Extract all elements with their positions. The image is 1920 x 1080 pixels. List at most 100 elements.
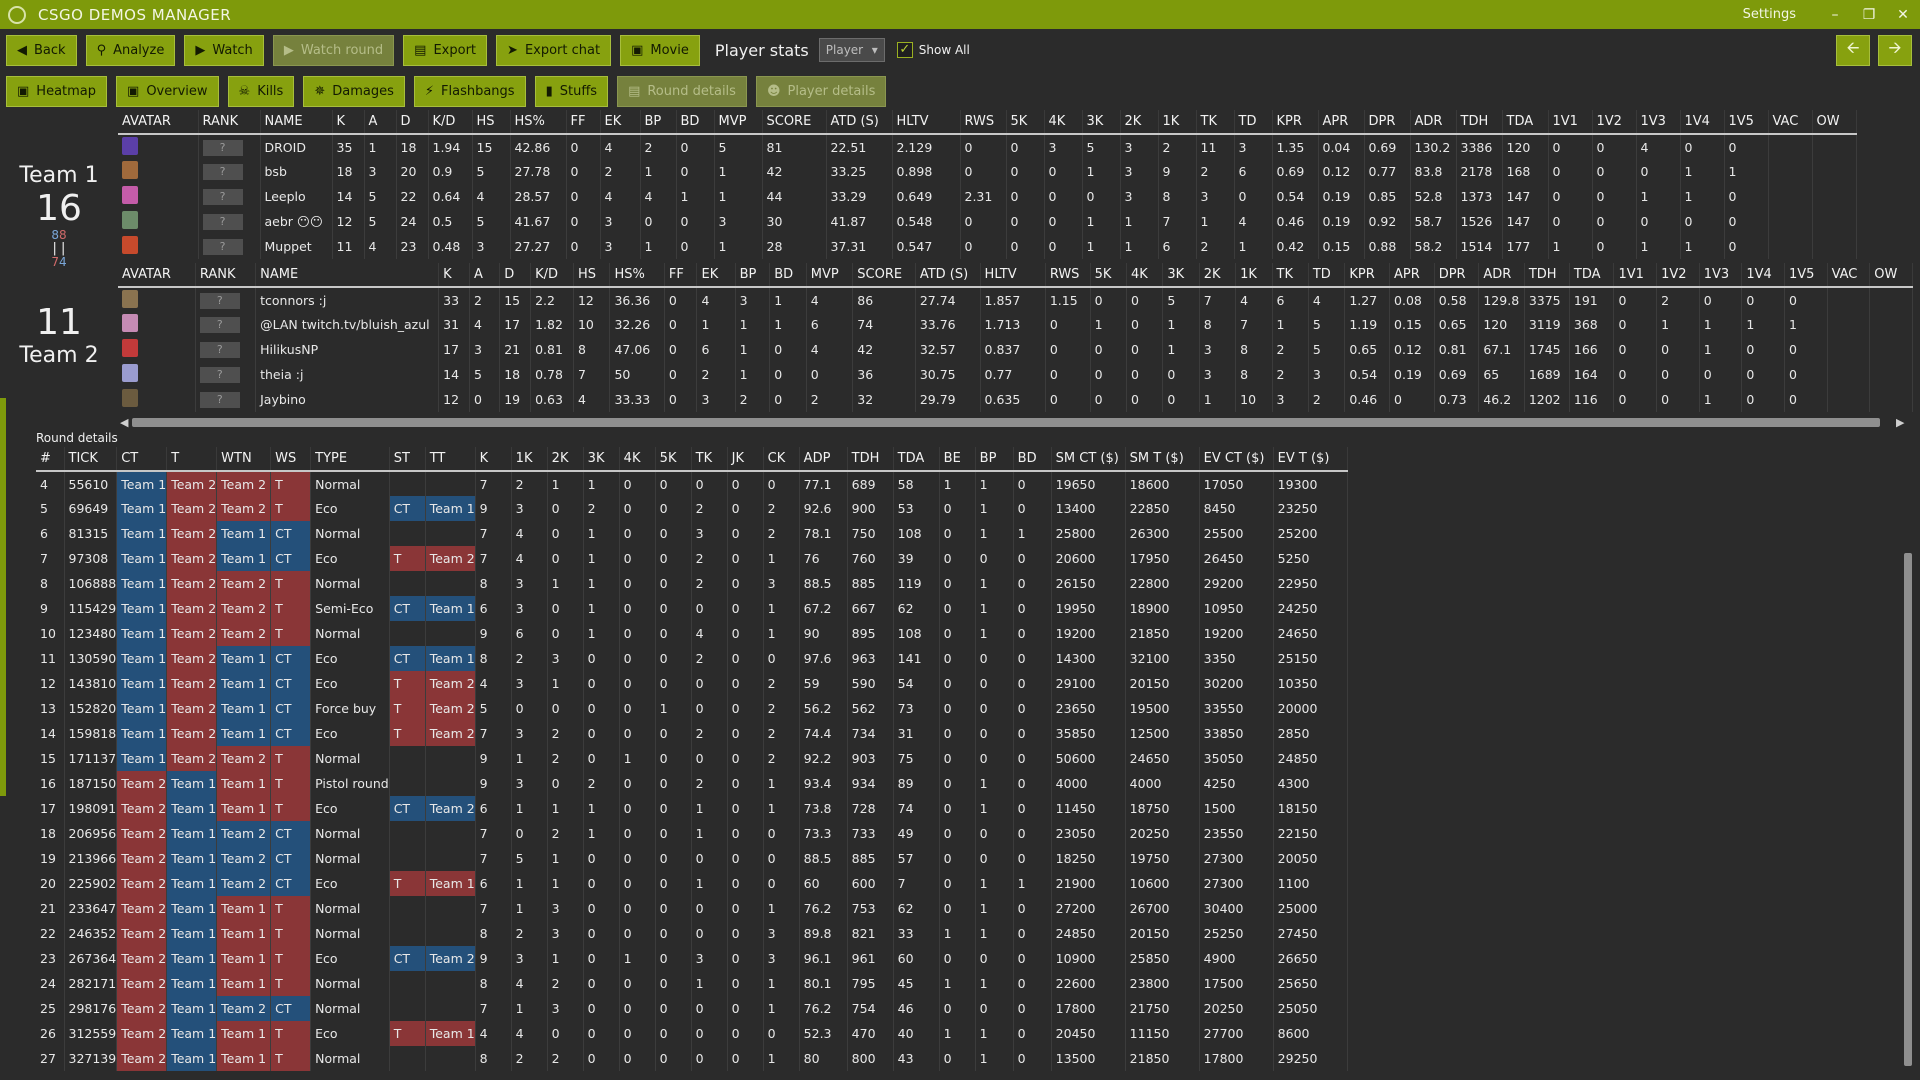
team2-player-row[interactable]: ? theia :j 14 5 18 0.78 7 50 0 2 1 0 0 36 30.75 0.77 0 0 0… [118, 362, 1913, 387]
team1-col-1v1[interactable]: 1V1 [1548, 110, 1593, 135]
round-col-adp[interactable]: ADP [799, 447, 848, 472]
round-col-num[interactable]: # [36, 447, 65, 472]
round-col-tick[interactable]: TICK [64, 447, 118, 472]
team1-player-row[interactable]: ? DROID 35 1 18 1.94 15 42.86 0 4 2 0 5 81 22.51 2.129 0… [118, 134, 1857, 159]
round-col-ws[interactable]: WS [270, 447, 312, 472]
round-row[interactable]: 23 267364 Team 2 Team 1 Team 1 T Eco CT Team 293… [36, 946, 1348, 971]
team1-col-vac[interactable]: VAC [1768, 110, 1813, 135]
team2-col-vac[interactable]: VAC [1827, 263, 1871, 288]
team1-col-mvp[interactable]: MVP [714, 110, 763, 135]
team2-col-bp[interactable]: BP [735, 263, 771, 288]
round-row[interactable]: 17 198091 Team 2 Team 1 Team 1 T Eco CT Team 261… [36, 796, 1348, 821]
round-row[interactable]: 20 225902 Team 2 Team 1 Team 2 CT Eco T Team 161… [36, 871, 1348, 896]
team1-col-1v4[interactable]: 1V4 [1680, 110, 1725, 135]
team2-col-1v5[interactable]: 1V5 [1784, 263, 1828, 288]
round-col-wtn[interactable]: WTN [216, 447, 272, 472]
team2-col-1v4[interactable]: 1V4 [1741, 263, 1785, 288]
team1-col-kpr[interactable]: KPR [1272, 110, 1319, 135]
team2-col-1v2[interactable]: 1V2 [1656, 263, 1700, 288]
team1-col-hs[interactable]: HS [472, 110, 511, 135]
round-col-tk[interactable]: TK [691, 447, 728, 472]
round-row[interactable]: 14 159818 Team 1 Team 2 Team 1 CT Eco T Team 273… [36, 721, 1348, 746]
round-row[interactable]: 27 327139 Team 2 Team 1 Team 1 T Normal 8 2 2 0 0 0 0… [36, 1046, 1348, 1071]
team2-col-4k[interactable]: 4K [1126, 263, 1164, 288]
team1-col-ow[interactable]: OW [1812, 110, 1857, 135]
round-col-ev-ct[interactable]: EV CT ($) [1199, 447, 1274, 472]
scroll-left-icon[interactable]: ◀ [120, 416, 128, 429]
round-row[interactable]: 18 206956 Team 2 Team 1 Team 2 CT Normal 7 0 2 1 0 0… [36, 821, 1348, 846]
round-row[interactable]: 9 115429 Team 1 Team 2 Team 2 T Semi-Eco CT Team… [36, 596, 1348, 621]
team1-col-rws[interactable]: RWS [960, 110, 1007, 135]
round-row[interactable]: 12 143810 Team 1 Team 2 Team 1 CT Eco T Team 243… [36, 671, 1348, 696]
back-button[interactable]: ◀ Back [6, 34, 77, 66]
team1-col-a[interactable]: A [364, 110, 397, 135]
rounds-vertical-scrollbar[interactable] [1904, 553, 1912, 1066]
player-details-button[interactable]: ☻ Player details [755, 75, 887, 107]
team1-col-bp[interactable]: BP [640, 110, 677, 135]
player-combo[interactable]: Player ▾ [818, 38, 885, 62]
team2-player-row[interactable]: ? HilikusNP 17 3 21 0.81 8 47.06 0 6 1 0 4 42 32.57 0.8… [118, 337, 1913, 362]
close-icon[interactable]: ✕ [1886, 7, 1920, 23]
team2-col-rank[interactable]: RANK [195, 263, 257, 288]
team1-col-1v3[interactable]: 1V3 [1636, 110, 1681, 135]
team2-col-ek[interactable]: EK [696, 263, 736, 288]
team2-col-td[interactable]: TD [1308, 263, 1346, 288]
team1-col-k-d[interactable]: K/D [428, 110, 473, 135]
team1-col-name[interactable]: NAME [260, 110, 333, 135]
team1-col-apr[interactable]: APR [1318, 110, 1365, 135]
team2-col-rws[interactable]: RWS [1045, 263, 1091, 288]
round-row[interactable]: 7 97308 Team 1 Team 2 Team 1 CT Eco T Team 27401… [36, 546, 1348, 571]
team1-player-row[interactable]: ? Leeplo 14 5 22 0.64 4 28.57 0 4 4 1 1 44 33.29 0.649 2… [118, 184, 1857, 209]
team2-col-adr[interactable]: ADR [1478, 263, 1525, 288]
round-col-1k[interactable]: 1K [511, 447, 548, 472]
round-row[interactable]: 15 171137 Team 1 Team 2 Team 2 T Normal 9 1 2 0 1 0 0… [36, 746, 1348, 771]
team1-col-ek[interactable]: EK [600, 110, 641, 135]
watch-button[interactable]: ▶ Watch [184, 34, 264, 66]
team2-col-k-d[interactable]: K/D [530, 263, 574, 288]
team1-player-row[interactable]: ? bsb 18 3 20 0.9 5 27.78 0 2 1 0 1 42 33.25 0.898 0 0 0 1 3… [118, 159, 1857, 184]
team1-col-hs[interactable]: HS% [510, 110, 567, 135]
team2-col-1v1[interactable]: 1V1 [1613, 263, 1658, 288]
team1-col-1k[interactable]: 1K [1158, 110, 1197, 135]
team2-col-apr[interactable]: APR [1389, 263, 1435, 288]
team2-col-kpr[interactable]: KPR [1344, 263, 1391, 288]
team2-col-tdh[interactable]: TDH [1524, 263, 1570, 288]
team1-col-tdh[interactable]: TDH [1456, 110, 1503, 135]
team1-col-score[interactable]: SCORE [762, 110, 827, 135]
round-row[interactable]: 19 213966 Team 2 Team 1 Team 2 CT Normal 7 5 1 0 0 0… [36, 846, 1348, 871]
minimize-icon[interactable]: – [1818, 7, 1852, 23]
round-col-t[interactable]: T [166, 447, 218, 472]
round-row[interactable]: 5 69649 Team 1 Team 2 Team 2 T Eco CT Team 19302… [36, 496, 1348, 521]
team2-col-ow[interactable]: OW [1869, 263, 1913, 288]
team1-col-tk[interactable]: TK [1196, 110, 1235, 135]
round-row[interactable]: 21 233647 Team 2 Team 1 Team 1 T Normal 7 1 3 0 0 0 0… [36, 896, 1348, 921]
round-col-sm-t[interactable]: SM T ($) [1125, 447, 1200, 472]
round-row[interactable]: 25 298176 Team 2 Team 1 Team 2 CT Normal 7 1 3 0 0 0… [36, 996, 1348, 1021]
round-col-bp[interactable]: BP [975, 447, 1014, 472]
team1-col-tda[interactable]: TDA [1502, 110, 1549, 135]
round-row[interactable]: 13 152820 Team 1 Team 2 Team 1 CT Force buy T Te… [36, 696, 1348, 721]
round-col-tt[interactable]: TT [425, 447, 476, 472]
team2-col-3k[interactable]: 3K [1162, 263, 1200, 288]
round-col-type[interactable]: TYPE [310, 447, 390, 472]
team1-col-atd-s[interactable]: ATD (S) [826, 110, 893, 135]
round-col-sm-ct[interactable]: SM CT ($) [1051, 447, 1126, 472]
round-row[interactable]: 8 106888 Team 1 Team 2 Team 2 T Normal 8 3 1 1 0 0 2 0… [36, 571, 1348, 596]
team1-col-rank[interactable]: RANK [198, 110, 261, 135]
team1-col-adr[interactable]: ADR [1410, 110, 1457, 135]
team2-col-tda[interactable]: TDA [1569, 263, 1615, 288]
round-col-4k[interactable]: 4K [619, 447, 656, 472]
round-col-2k[interactable]: 2K [547, 447, 584, 472]
team2-col-name[interactable]: NAME [255, 263, 440, 288]
round-row[interactable]: 11 130590 Team 1 Team 2 Team 1 CT Eco CT Team 18… [36, 646, 1348, 671]
round-col-ck[interactable]: CK [763, 447, 800, 472]
team2-col-hs[interactable]: HS% [609, 263, 665, 288]
restore-icon[interactable]: ❐ [1852, 7, 1886, 23]
team1-player-row[interactable]: ? Muppet 11 4 23 0.48 3 27.27 0 3 1 0 1 28 37.31 0.547 0… [118, 234, 1857, 259]
team1-col-1v2[interactable]: 1V2 [1592, 110, 1637, 135]
scroll-right-icon[interactable]: ▶ [1896, 416, 1904, 429]
team2-col-a[interactable]: A [469, 263, 501, 288]
team1-col-dpr[interactable]: DPR [1364, 110, 1411, 135]
team2-col-d[interactable]: D [499, 263, 532, 288]
round-col-be[interactable]: BE [939, 447, 976, 472]
